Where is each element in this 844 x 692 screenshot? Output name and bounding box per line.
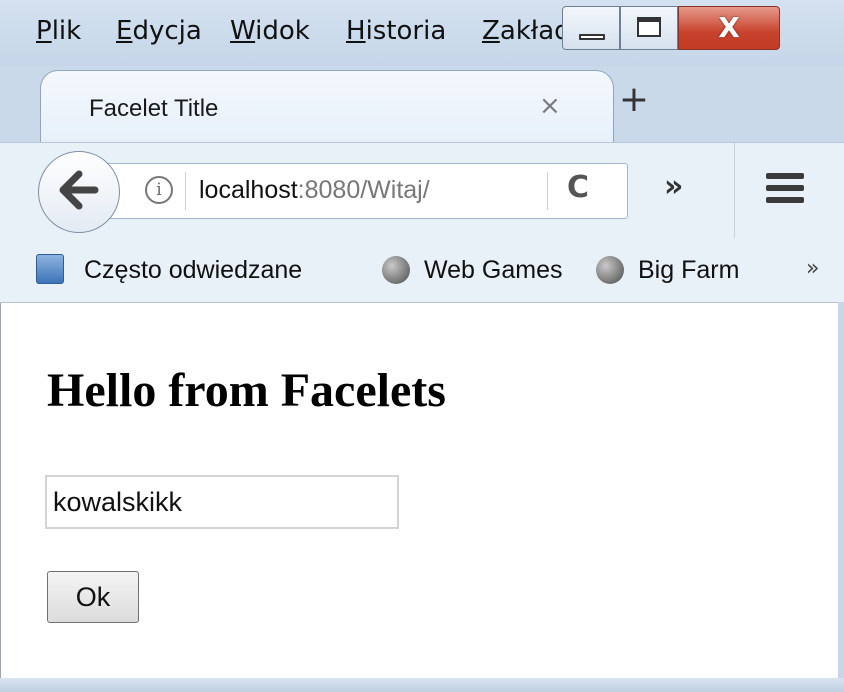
url-host: localhost: [199, 176, 298, 204]
menu-view[interactable]: Widok: [230, 16, 310, 46]
new-tab-button[interactable]: +: [614, 80, 654, 120]
close-window-button[interactable]: X: [678, 6, 780, 50]
bookmarks-toolbar: Często odwiedzane Web Games Big Farm »: [0, 238, 844, 303]
window-frame-bottom: [0, 678, 844, 692]
tab-strip: Facelet Title × +: [0, 66, 844, 142]
toolbar-overflow-icon[interactable]: »: [664, 169, 683, 204]
reload-icon[interactable]: C: [567, 170, 589, 205]
tab-title: Facelet Title: [89, 95, 219, 122]
page-content: Hello from Facelets Ok: [0, 303, 839, 678]
menu-edit-accel: E: [116, 16, 133, 46]
menu-bookmarks-accel: Z: [482, 16, 500, 46]
menu-bookmarks-label: akładk: [499, 16, 562, 46]
menu-history-accel: H: [346, 16, 366, 46]
most-visited-icon: [36, 254, 64, 284]
close-icon: X: [718, 11, 740, 44]
menu-file-accel: P: [36, 16, 52, 46]
menu-file-label: lik: [51, 16, 82, 46]
menu-view-accel: W: [230, 16, 256, 46]
toolbar-separator: [734, 143, 735, 239]
url-separator: [185, 172, 186, 210]
tab-facelet-title[interactable]: Facelet Title ×: [40, 70, 614, 142]
minimize-button[interactable]: [562, 6, 620, 50]
url-text[interactable]: localhost:8080/Witaj/: [199, 176, 430, 205]
bookmark-label: Big Farm: [638, 256, 740, 284]
back-button[interactable]: [38, 151, 120, 233]
menu-bookmarks[interactable]: Zakładk: [482, 16, 562, 46]
menu-edit[interactable]: Edycja: [116, 16, 202, 46]
navigation-toolbar: i localhost:8080/Witaj/ C »: [0, 142, 844, 239]
maximize-button[interactable]: [620, 6, 678, 50]
hamburger-menu-icon[interactable]: [766, 173, 804, 203]
globe-icon: [596, 256, 624, 284]
menu-history[interactable]: Historia: [346, 16, 446, 46]
browser-window: Plik Edycja Widok Historia Zakładk X Fac…: [0, 0, 844, 692]
globe-icon: [382, 256, 410, 284]
url-separator-right: [547, 172, 548, 210]
name-input[interactable]: [45, 475, 399, 529]
menu-edit-label: dycja: [132, 16, 202, 46]
window-frame-right: [838, 302, 844, 678]
menu-history-label: istoria: [365, 16, 447, 46]
url-path: :8080/Witaj/: [297, 176, 430, 204]
window-controls: X: [562, 0, 844, 56]
page-heading: Hello from Facelets: [47, 364, 446, 417]
info-icon[interactable]: i: [145, 176, 173, 204]
menu-file[interactable]: Plik: [36, 16, 81, 46]
maximize-icon: [637, 17, 661, 37]
url-bar[interactable]: i localhost:8080/Witaj/ C: [96, 163, 628, 219]
menu-view-label: idok: [255, 16, 310, 46]
minimize-icon: [579, 34, 605, 40]
bookmark-label: Często odwiedzane: [84, 256, 303, 284]
menu-bar: Plik Edycja Widok Historia Zakładk X: [0, 0, 844, 66]
back-arrow-icon: [59, 170, 99, 210]
tab-close-icon[interactable]: ×: [539, 91, 561, 121]
bookmark-label: Web Games: [424, 256, 563, 284]
bookmarks-overflow-icon[interactable]: »: [806, 256, 819, 281]
ok-button[interactable]: Ok: [47, 571, 139, 623]
